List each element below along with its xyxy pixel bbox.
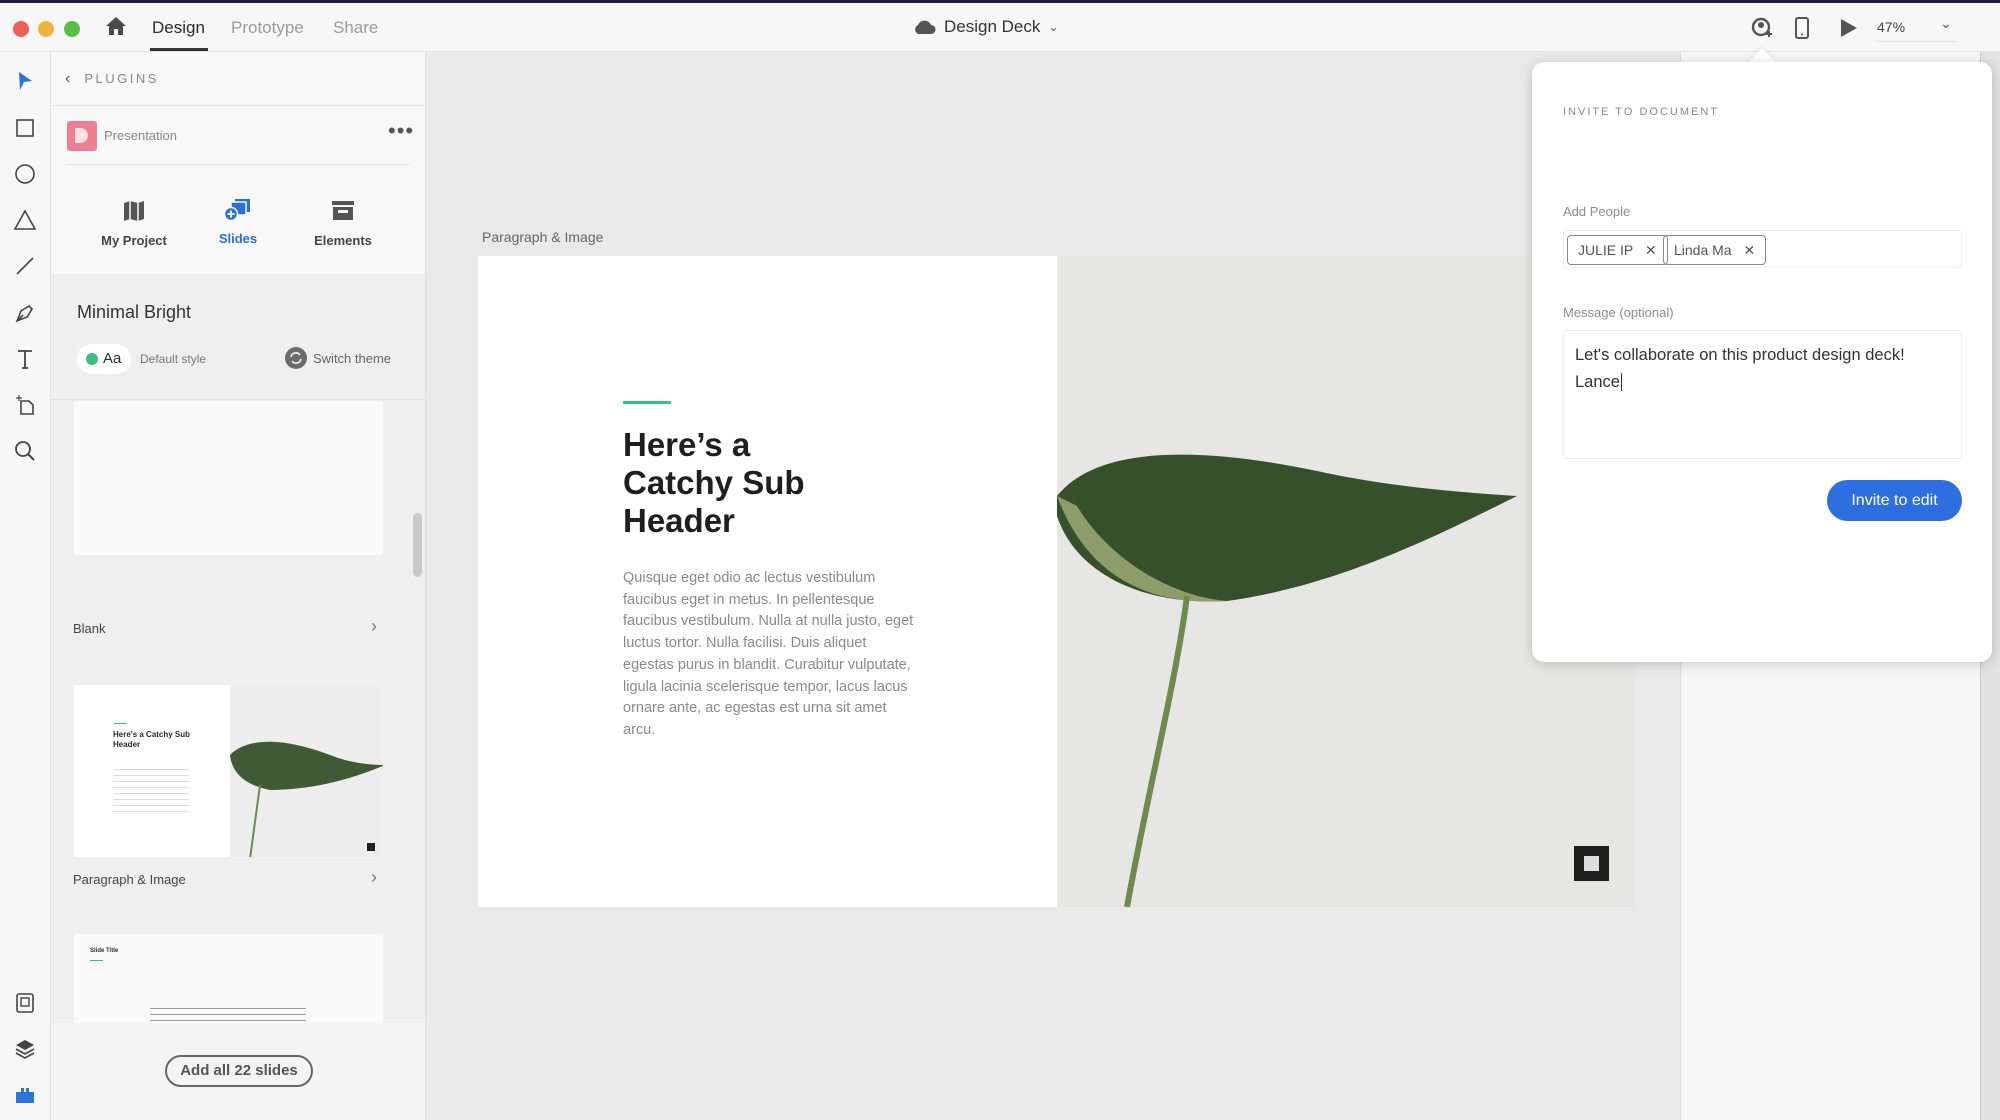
title-bar: Design Prototype Share Design Deck ⌄ 47%… — [0, 0, 2000, 52]
style-color-dot — [86, 353, 98, 365]
thumb-title: Slide Title — [90, 948, 119, 954]
layers-icon[interactable] — [13, 1037, 37, 1061]
slide-body-text: Quisque eget odio ac lectus vestibulum f… — [623, 570, 914, 738]
slides-add-icon — [223, 199, 250, 222]
tab-slides[interactable]: Slides — [183, 198, 293, 246]
switch-theme-label: Switch theme — [313, 350, 392, 366]
tab-my-project[interactable]: My Project — [79, 200, 189, 248]
panel-scrollbar[interactable] — [413, 513, 422, 577]
message-textarea[interactable]: Let's collaborate on this product design… — [1563, 330, 1962, 459]
add-people-label: Add People — [1563, 204, 1631, 219]
tab-share[interactable]: Share — [333, 18, 378, 38]
document-title-menu[interactable]: Design Deck ⌄ — [912, 17, 1058, 37]
select-tool-icon[interactable] — [13, 69, 37, 93]
slide-heading: Here’s a Catchy Sub Header — [623, 426, 805, 539]
chevron-right-icon[interactable]: › — [371, 867, 377, 888]
remove-person-icon[interactable]: ✕ — [1645, 242, 1657, 258]
invite-to-edit-button[interactable]: Invite to edit — [1827, 480, 1962, 521]
more-options-icon[interactable]: ••• — [388, 118, 414, 144]
style-label: Default style — [140, 352, 207, 366]
add-people-input[interactable]: JULIE IP ✕ Linda Ma ✕ — [1563, 230, 1962, 268]
slide-template-list: Blank › Here's a Catchy Sub Header Parag… — [51, 400, 425, 1023]
switch-theme-icon — [285, 347, 307, 369]
mobile-preview-icon[interactable] — [1795, 17, 1809, 39]
document-title: Design Deck — [944, 17, 1041, 36]
plugin-name: Presentation — [104, 128, 177, 143]
chevron-right-icon[interactable]: › — [371, 616, 377, 637]
switch-theme-button[interactable]: Switch theme — [285, 347, 391, 369]
text-tool-icon[interactable] — [13, 347, 37, 371]
leaf-image — [230, 741, 383, 857]
presentation-plugin-logo — [67, 121, 97, 151]
zoom-chevron-down-icon[interactable]: ⌄ — [1940, 15, 1952, 32]
tab-design[interactable]: Design — [152, 18, 205, 38]
polygon-tool-icon[interactable] — [13, 208, 37, 232]
assets-icon[interactable] — [13, 991, 37, 1015]
map-icon — [124, 201, 144, 221]
style-sample-text: Aa — [103, 350, 122, 367]
tool-bar — [0, 52, 51, 1120]
thumb-heading: Here's a Catchy Sub Header — [113, 730, 191, 749]
line-tool-icon[interactable] — [13, 254, 37, 278]
remove-person-icon[interactable]: ✕ — [1743, 242, 1755, 258]
tab-label: My Project — [101, 233, 167, 248]
chevron-left-icon: ‹ — [65, 69, 71, 87]
back-to-plugins[interactable]: ‹ PLUGINS — [51, 52, 425, 106]
active-tab-indicator — [150, 48, 208, 51]
tab-label: Slides — [218, 231, 258, 246]
slide-thumbnail-blank[interactable] — [73, 400, 384, 556]
artboard-tool-icon[interactable] — [13, 393, 37, 417]
add-all-slides-button[interactable]: Add all 22 slides — [165, 1055, 313, 1087]
archive-icon — [332, 201, 354, 220]
tab-elements[interactable]: Elements — [288, 200, 398, 248]
accent-line — [623, 401, 671, 404]
slide-label: Blank — [73, 621, 106, 636]
chevron-down-icon: ⌄ — [1048, 20, 1059, 34]
tab-label: Elements — [314, 233, 372, 248]
tab-prototype[interactable]: Prototype — [231, 18, 304, 38]
plugins-icon[interactable] — [13, 1083, 37, 1107]
slide-thumbnail-paragraph-image[interactable]: Here's a Catchy Sub Header — [73, 684, 384, 858]
play-icon[interactable] — [1840, 18, 1858, 38]
cloud-icon — [915, 20, 936, 34]
close-window-button[interactable] — [13, 21, 29, 37]
popover-title: INVITE TO DOCUMENT — [1563, 106, 1719, 118]
maximize-window-button[interactable] — [64, 21, 80, 37]
artboard-slide[interactable]: Here’s a Catchy Sub Header Quisque eget od… — [478, 256, 1635, 907]
plugins-label: PLUGINS — [84, 71, 159, 86]
panel-footer: Add all 22 slides — [51, 1023, 425, 1120]
slide-thumbnail-title[interactable]: Slide Title — [73, 933, 384, 1023]
plugin-panel: ‹ PLUGINS Presentation ••• My Project Sl… — [51, 52, 426, 1120]
ellipse-tool-icon[interactable] — [13, 162, 37, 186]
home-icon[interactable] — [105, 16, 127, 36]
plugin-header: ‹ PLUGINS Presentation ••• My Project Sl… — [51, 52, 425, 274]
artboard-label[interactable]: Paragraph & Image — [482, 229, 603, 245]
style-sample[interactable]: Aa — [77, 344, 131, 374]
rectangle-tool-icon[interactable] — [13, 116, 37, 140]
person-chip: JULIE IP ✕ — [1567, 235, 1668, 265]
minimize-window-button[interactable] — [38, 21, 54, 37]
pen-tool-icon[interactable] — [13, 301, 37, 325]
invite-popover: INVITE TO DOCUMENT Add People JULIE IP ✕… — [1532, 62, 1992, 662]
person-chip: Linda Ma ✕ — [1663, 235, 1767, 265]
invite-user-icon[interactable] — [1751, 17, 1773, 39]
message-label: Message (optional) — [1563, 305, 1674, 320]
slide-label: Paragraph & Image — [73, 872, 186, 887]
zoom-tool-icon[interactable] — [13, 439, 37, 463]
theme-name: Minimal Bright — [77, 302, 192, 322]
